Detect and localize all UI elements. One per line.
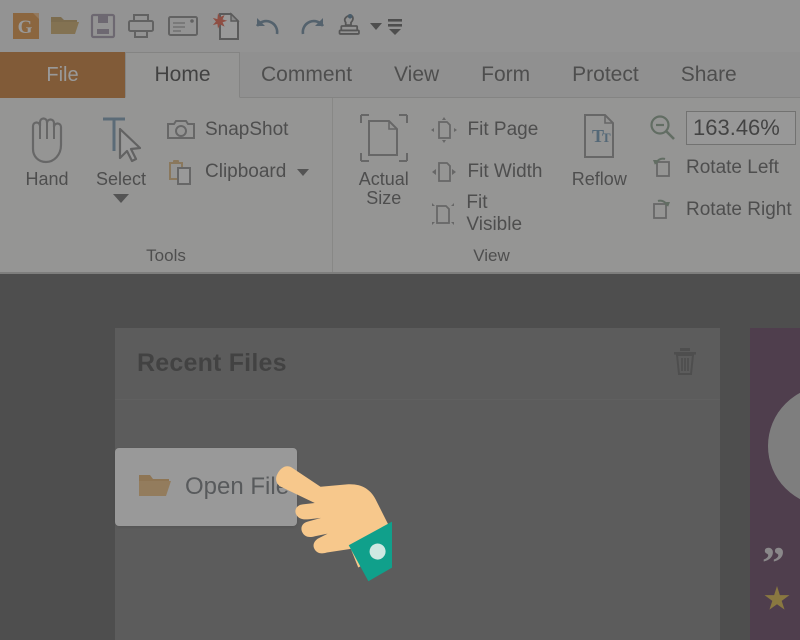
email-icon[interactable] — [160, 7, 206, 45]
zoom-row: 163.46% — [645, 110, 800, 146]
trash-icon[interactable] — [672, 346, 698, 381]
reflow-icon: T T — [571, 106, 627, 170]
rotate-left-button[interactable]: Rotate Left — [645, 148, 800, 188]
view-zoom-rotate-buttons: 163.46% Rotate Left Rotate Right — [645, 106, 800, 230]
hand-tool-label: Hand — [25, 169, 69, 189]
tab-view[interactable]: View — [373, 52, 460, 98]
fit-visible-button[interactable]: Fit Visible — [427, 192, 550, 235]
fit-width-icon — [427, 158, 461, 186]
select-text-icon — [95, 106, 147, 170]
chevron-down-icon[interactable] — [297, 168, 310, 176]
rotate-right-icon — [645, 196, 679, 224]
promo-panel[interactable]: ” — [750, 328, 800, 640]
recent-files-list: Open File — [115, 400, 720, 640]
tab-home[interactable]: Home — [125, 52, 240, 98]
app-logo-icon[interactable]: G — [8, 7, 46, 45]
select-tool-button[interactable]: Select — [84, 106, 158, 204]
snapshot-button[interactable]: SnapShot — [164, 110, 313, 150]
view-fit-buttons: Fit Page Fit Width Fit Visible — [427, 106, 550, 235]
open-icon[interactable] — [46, 7, 84, 45]
hand-tool-button[interactable]: Hand — [10, 106, 84, 189]
tab-form[interactable]: Form — [460, 52, 551, 98]
chevron-down-icon[interactable] — [370, 22, 382, 30]
redo-icon[interactable] — [290, 7, 336, 45]
tab-comment[interactable]: Comment — [240, 52, 373, 98]
stamp-icon[interactable] — [336, 7, 382, 45]
customize-toolbar-icon[interactable] — [382, 7, 408, 45]
ribbon-group-view-body: Actual Size Fit Page Fit Width Fit Visib… — [333, 98, 800, 246]
recent-files-header: Recent Files — [115, 328, 720, 400]
tab-share[interactable]: Share — [660, 52, 758, 98]
rotate-right-button[interactable]: Rotate Right — [645, 190, 800, 230]
svg-text:T: T — [602, 130, 611, 145]
clipboard-icon — [164, 158, 198, 186]
tab-file[interactable]: File — [0, 52, 125, 98]
promo-avatar — [768, 386, 800, 506]
reflow-label: Reflow — [571, 169, 627, 189]
ribbon-group-view: Actual Size Fit Page Fit Width Fit Visib… — [332, 98, 800, 272]
snapshot-label: SnapShot — [205, 119, 289, 140]
reflow-button[interactable]: T T Reflow — [558, 106, 641, 189]
fit-page-button[interactable]: Fit Page — [427, 110, 550, 150]
fit-width-button[interactable]: Fit Width — [427, 152, 550, 192]
rotate-left-icon — [645, 154, 679, 182]
fit-page-label: Fit Page — [467, 119, 539, 140]
recent-files-title: Recent Files — [137, 349, 287, 377]
star-icon — [764, 586, 790, 610]
clipboard-label: Clipboard — [205, 161, 287, 182]
save-icon[interactable] — [84, 7, 122, 45]
ribbon-tab-strip: File Home Comment View Form Protect Shar… — [0, 52, 800, 98]
recent-files-panel: Recent Files Open File — [115, 328, 720, 640]
ribbon-group-tools-title: Tools — [146, 246, 186, 265]
tab-protect[interactable]: Protect — [551, 52, 660, 98]
svg-text:G: G — [18, 17, 33, 38]
rotate-left-label: Rotate Left — [686, 157, 779, 178]
zoom-out-icon[interactable] — [645, 113, 679, 143]
actual-size-icon — [355, 106, 413, 170]
hand-icon — [21, 106, 73, 170]
actual-size-label: Actual Size — [358, 169, 409, 209]
quick-access-toolbar: G — [0, 0, 800, 52]
camera-icon — [164, 117, 198, 143]
workspace: Recent Files Open File ” — [0, 276, 800, 640]
undo-icon[interactable] — [244, 7, 290, 45]
zoom-level-input[interactable]: 163.46% — [686, 111, 796, 145]
print-icon[interactable] — [122, 7, 160, 45]
create-pdf-icon[interactable] — [206, 7, 244, 45]
fit-visible-label: Fit Visible — [466, 192, 523, 235]
fit-visible-icon — [427, 200, 460, 228]
rotate-right-label: Rotate Right — [686, 199, 792, 220]
fit-page-icon — [427, 116, 461, 144]
application-window: G File Home Comment View Form Protect Sh… — [0, 0, 800, 640]
select-tool-label: Select — [95, 169, 147, 189]
actual-size-button[interactable]: Actual Size — [345, 106, 423, 209]
tools-small-buttons: SnapShot Clipboard — [164, 106, 313, 192]
hand-pointer-cursor — [262, 438, 412, 588]
folder-open-icon — [137, 470, 173, 505]
ribbon-group-tools-body: Hand Select SnapShot Clipboard — [0, 98, 332, 246]
promo-quote-mark: ” — [762, 537, 785, 588]
fit-width-label: Fit Width — [467, 161, 543, 182]
ribbon: Hand Select SnapShot Clipboard Tools Act… — [0, 98, 800, 274]
chevron-down-icon[interactable] — [113, 194, 129, 204]
clipboard-button[interactable]: Clipboard — [164, 152, 313, 192]
ribbon-group-view-title: View — [473, 246, 510, 265]
ribbon-group-tools: Hand Select SnapShot Clipboard Tools — [0, 98, 332, 272]
